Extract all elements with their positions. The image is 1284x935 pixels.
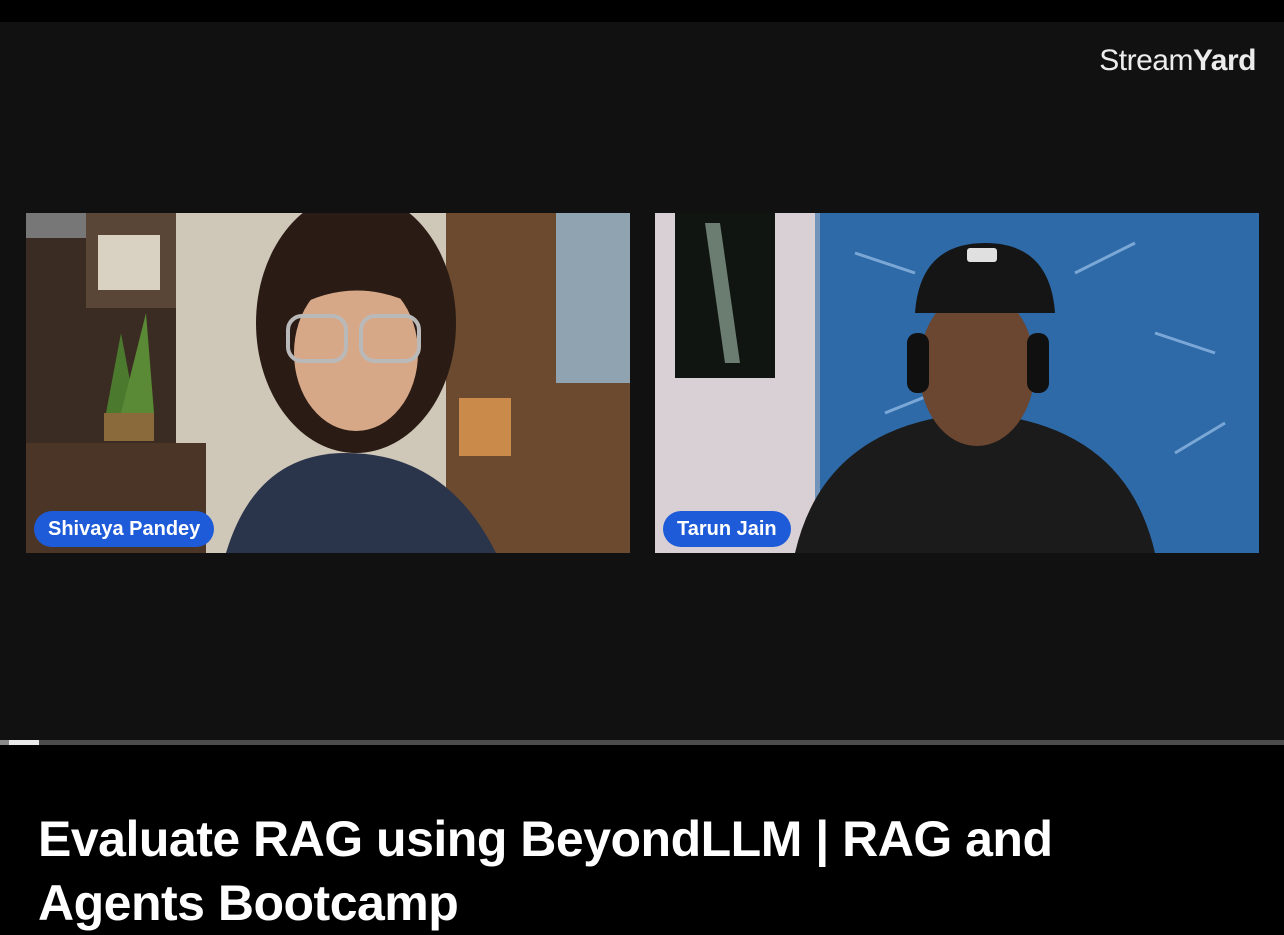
logo-text-yard: Yard bbox=[1192, 44, 1257, 77]
video-info: Evaluate RAG using BeyondLLM | RAG and A… bbox=[0, 745, 1284, 935]
participant-video-2 bbox=[655, 213, 1259, 553]
video-title: Evaluate RAG using BeyondLLM | RAG and A… bbox=[38, 811, 1053, 931]
streamyard-logo: StreamYard bbox=[1099, 44, 1256, 78]
participant-tile-1: Shivaya Pandey bbox=[26, 213, 630, 553]
logo-text-stream: Stream bbox=[1099, 44, 1193, 77]
participant-tile-2: Tarun Jain bbox=[655, 213, 1259, 553]
participant-name-badge: Shivaya Pandey bbox=[34, 511, 215, 547]
participant-video-1 bbox=[26, 213, 630, 553]
participant-name-badge: Tarun Jain bbox=[663, 511, 791, 547]
video-player[interactable]: StreamYard Shivaya Pandey Tarun Jain bbox=[0, 22, 1284, 740]
top-bar bbox=[0, 0, 1284, 22]
